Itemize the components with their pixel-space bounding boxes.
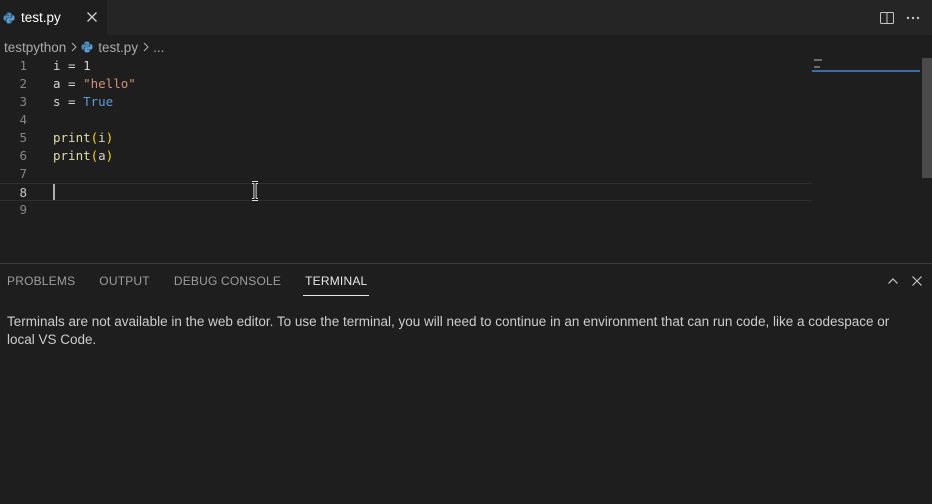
code-editor[interactable]: 1i = 12a = "hello" 3 s = True 4 5 print(i) 6 pr… [0,57,932,263]
bottom-panel: PROBLEMS OUTPUT DEBUG CONSOLE TERMINAL Term… [0,263,932,504]
breadcrumb-more[interactable]: ... [153,40,164,55]
line-number: 9 [19,202,27,217]
line-code: s = True [53,93,113,111]
editor-tab-test-py[interactable]: test.py [0,0,107,35]
line-number: 5 [19,130,27,145]
code-line[interactable]: 6 print(a) [0,147,812,165]
python-icon [3,12,15,23]
chevron-right-icon [71,42,78,52]
chevron-up-icon [888,278,898,284]
panel-tab-debug-console[interactable]: DEBUG CONSOLE [174,264,281,298]
mouse-ibeam-cursor-icon [252,181,258,201]
split-editor-button[interactable] [874,5,900,31]
editor-actions [874,0,932,35]
line-code: print(i) [53,129,113,147]
code-line[interactable]: 1i = 1 [0,57,812,75]
line-number: 1 [19,58,27,73]
code-token: ) [105,130,114,145]
code-token: = [60,76,84,91]
code-token: print [53,148,91,163]
breadcrumb: testpython test.py ... [0,36,164,58]
editor-tab-bar: test.py [0,0,932,35]
breadcrumb-folder[interactable]: testpython [4,40,66,55]
breadcrumb-file-label: test.py [98,39,139,55]
code-line[interactable]: 7 [0,165,812,183]
code-line[interactable]: 3 s = True [0,93,812,111]
more-actions-button[interactable] [900,5,926,31]
split-editor-icon [880,11,894,24]
code-token: s [53,94,61,109]
minimap[interactable] [812,57,920,263]
panel-tab-bar: PROBLEMS OUTPUT DEBUG CONSOLE TERMINAL [0,264,384,298]
code-token: 1 [83,58,91,73]
line-code: print(a) [53,147,113,165]
code-token: = [60,94,84,109]
maximize-panel-button[interactable] [884,272,902,290]
code-token: True [83,94,114,109]
line-code: i = 1 [53,57,91,75]
minimap-current-line [812,70,920,72]
line-number: 7 [19,166,27,181]
code-line[interactable]: 9 [0,201,812,219]
code-token: i [53,58,61,73]
panel-tab-terminal[interactable]: TERMINAL [303,264,370,298]
vscode-web-editor: test.py testpython test.py ... 1 i = 1 2… [0,0,932,504]
line-number: 3 [19,94,27,109]
code-line[interactable]: 8 [0,183,812,201]
code-token: i [98,130,106,145]
close-panel-button[interactable] [908,272,926,290]
line-number: 4 [19,112,27,127]
terminal-unavailable-message: Terminals are not available in the web e… [7,314,890,347]
code-line[interactable]: 4 [0,111,812,129]
chevron-right-icon [143,42,149,52]
python-icon [81,41,93,53]
line-code: a = "hello" [53,75,136,93]
code-token: a [98,148,106,163]
code-line[interactable]: 2 a = "hello" [0,75,812,93]
more-actions-icon [906,16,920,19]
code-token: "hello" [83,76,136,91]
code-token: a [53,76,61,91]
code-token: print [53,130,91,145]
minimap-line [814,59,822,61]
code-token: = [60,58,84,73]
code-line[interactable]: 5 print(i) [0,129,812,147]
code-token: ) [105,148,114,163]
close-icon[interactable] [84,9,100,25]
panel-actions [884,272,926,290]
text-cursor [53,184,55,200]
minimap-line [814,66,820,68]
editor-scrollbar-thumb[interactable] [922,58,932,178]
close-icon [912,276,922,286]
line-number: 6 [19,148,27,163]
line-number: 2 [19,76,27,91]
line-number: 8 [19,185,27,200]
panel-tab-output[interactable]: OUTPUT [99,264,150,298]
panel-tab-problems[interactable]: PROBLEMS [7,264,75,298]
breadcrumb-file[interactable]: test.py [81,40,138,55]
tab-label: test.py [21,10,61,25]
